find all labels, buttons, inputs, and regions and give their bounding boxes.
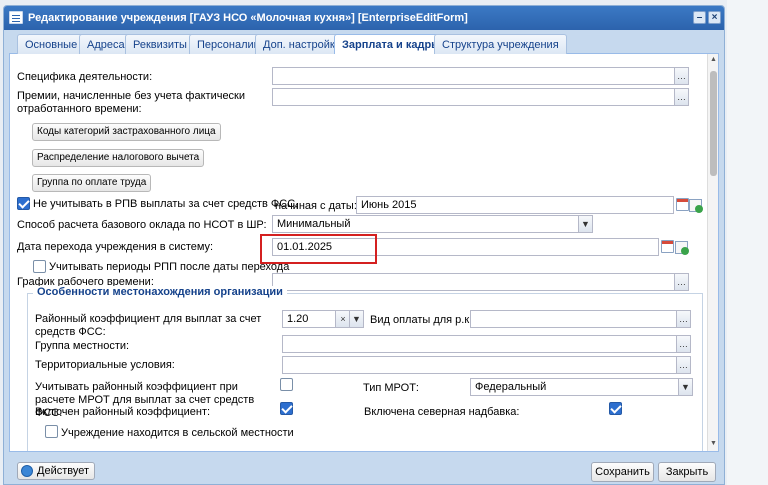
scroll-down-icon[interactable]: ▼ <box>710 440 717 447</box>
raspredelenie-button[interactable]: Распределение налогового вычета <box>32 149 205 167</box>
severnaya-checkbox[interactable] <box>609 402 622 415</box>
chevron-down-icon[interactable]: ▼ <box>578 215 593 233</box>
minimize-icon[interactable]: – <box>693 11 706 24</box>
ellipsis-icon[interactable]: … <box>676 310 691 328</box>
add-icon[interactable] <box>689 199 703 213</box>
selskaya-label: Учреждение находится в сельской местност… <box>61 427 294 439</box>
gruppa-mestnosti-label: Группа местности: <box>35 340 130 352</box>
edit-window: Редактирование учреждения [ГАУЗ НСО «Мол… <box>3 5 725 485</box>
specifika-field[interactable]: … <box>272 67 689 85</box>
severnaya-label: Включена северная надбавка: <box>364 406 520 418</box>
close-icon[interactable]: × <box>708 11 721 24</box>
tab-zarplata[interactable]: Зарплата и кадры <box>334 34 449 55</box>
tip-mrot-label: Тип МРОТ: <box>363 382 419 394</box>
fss-label: Не учитывать в РПВ выплаты за счет средс… <box>33 198 299 210</box>
tab-bar: Основные Адреса Реквизиты Персоналии Доп… <box>9 32 719 55</box>
vertical-scrollbar[interactable]: ▲ ▼ <box>707 54 718 451</box>
fss-checkbox[interactable] <box>17 197 30 210</box>
status-label: Действует <box>37 465 90 477</box>
uchityvat-rpp-label: Учитывать периоды РПП после даты переход… <box>49 261 290 273</box>
close-button[interactable]: Закрыть <box>658 462 716 482</box>
add-icon[interactable] <box>675 241 689 255</box>
vid-oplaty-label: Вид оплаты для р.к.: <box>370 314 476 326</box>
tab-content: Специфика деятельности: … Премии, начисл… <box>9 54 719 452</box>
tip-mrot-select[interactable]: Федеральный ▼ <box>470 378 693 396</box>
window-icon <box>9 11 23 24</box>
uchityvat-rk-checkbox[interactable] <box>280 378 293 391</box>
vklyuchen-rk-checkbox[interactable] <box>280 402 293 415</box>
selskaya-checkbox[interactable] <box>45 425 58 438</box>
ellipsis-icon[interactable]: … <box>676 335 691 353</box>
calendar-icon[interactable] <box>676 198 689 211</box>
sposob-label: Способ расчета базового оклада по НСОТ в… <box>17 219 267 231</box>
ellipsis-icon[interactable]: … <box>676 356 691 374</box>
clear-icon[interactable]: × <box>335 310 350 328</box>
nachinaya-label: начиная с даты: <box>275 200 357 212</box>
rayon-koef-label: Районный коэффициент для выплат за счет … <box>35 313 262 338</box>
ellipsis-icon[interactable]: … <box>674 273 689 291</box>
chevron-down-icon[interactable]: ▼ <box>678 378 693 396</box>
uchityvat-rpp-checkbox[interactable] <box>33 260 46 273</box>
chevron-down-icon[interactable]: ▼ <box>349 310 364 328</box>
background-area <box>727 0 768 485</box>
calendar-icon[interactable] <box>661 240 674 253</box>
location-legend: Особенности местонахождения организации <box>33 286 287 298</box>
highlight-frame <box>260 234 377 264</box>
save-button[interactable]: Сохранить <box>591 462 654 482</box>
scroll-thumb[interactable] <box>710 71 717 176</box>
window-footer: Действует Сохранить Закрыть <box>9 458 719 482</box>
vid-oplaty-field[interactable]: … <box>470 310 691 328</box>
gruppa-mestnosti-field[interactable]: … <box>282 335 691 353</box>
data-perehoda-label: Дата перехода учреждения в систему: <box>17 241 214 253</box>
kody-kategoriy-button[interactable]: Коды категорий застрахованного лица <box>32 123 221 141</box>
vklyuchen-rk-label: Включен районный коэффициент: <box>35 406 211 418</box>
window-title: Редактирование учреждения [ГАУЗ НСО «Мол… <box>28 12 468 24</box>
status-button[interactable]: Действует <box>17 462 96 480</box>
territorialnye-label: Территориальные условия: <box>35 359 175 371</box>
nachinaya-date-field[interactable]: Июнь 2015 <box>356 196 674 214</box>
ellipsis-icon[interactable]: … <box>674 67 689 85</box>
status-icon <box>21 465 33 477</box>
grafik-field[interactable]: … <box>272 273 689 291</box>
tab-osnovnye[interactable]: Основные <box>17 34 86 54</box>
rayon-koef-field[interactable]: 1.20 × ▼ <box>282 310 364 328</box>
tab-rekvizity[interactable]: Реквизиты <box>125 34 195 54</box>
scroll-up-icon[interactable]: ▲ <box>710 56 717 63</box>
gruppa-oplaty-button[interactable]: Группа по оплате труда <box>32 174 152 192</box>
premii-field[interactable]: … <box>272 88 689 106</box>
ellipsis-icon[interactable]: … <box>674 88 689 106</box>
tab-struktura[interactable]: Структура учреждения <box>434 34 567 54</box>
window-titlebar[interactable]: Редактирование учреждения [ГАУЗ НСО «Мол… <box>4 6 724 30</box>
premii-label: Премии, начисленные без учета фактически… <box>17 90 246 115</box>
specifika-label: Специфика деятельности: <box>17 71 153 83</box>
sposob-select[interactable]: Минимальный ▼ <box>272 215 593 233</box>
territorialnye-field[interactable]: … <box>282 356 691 374</box>
